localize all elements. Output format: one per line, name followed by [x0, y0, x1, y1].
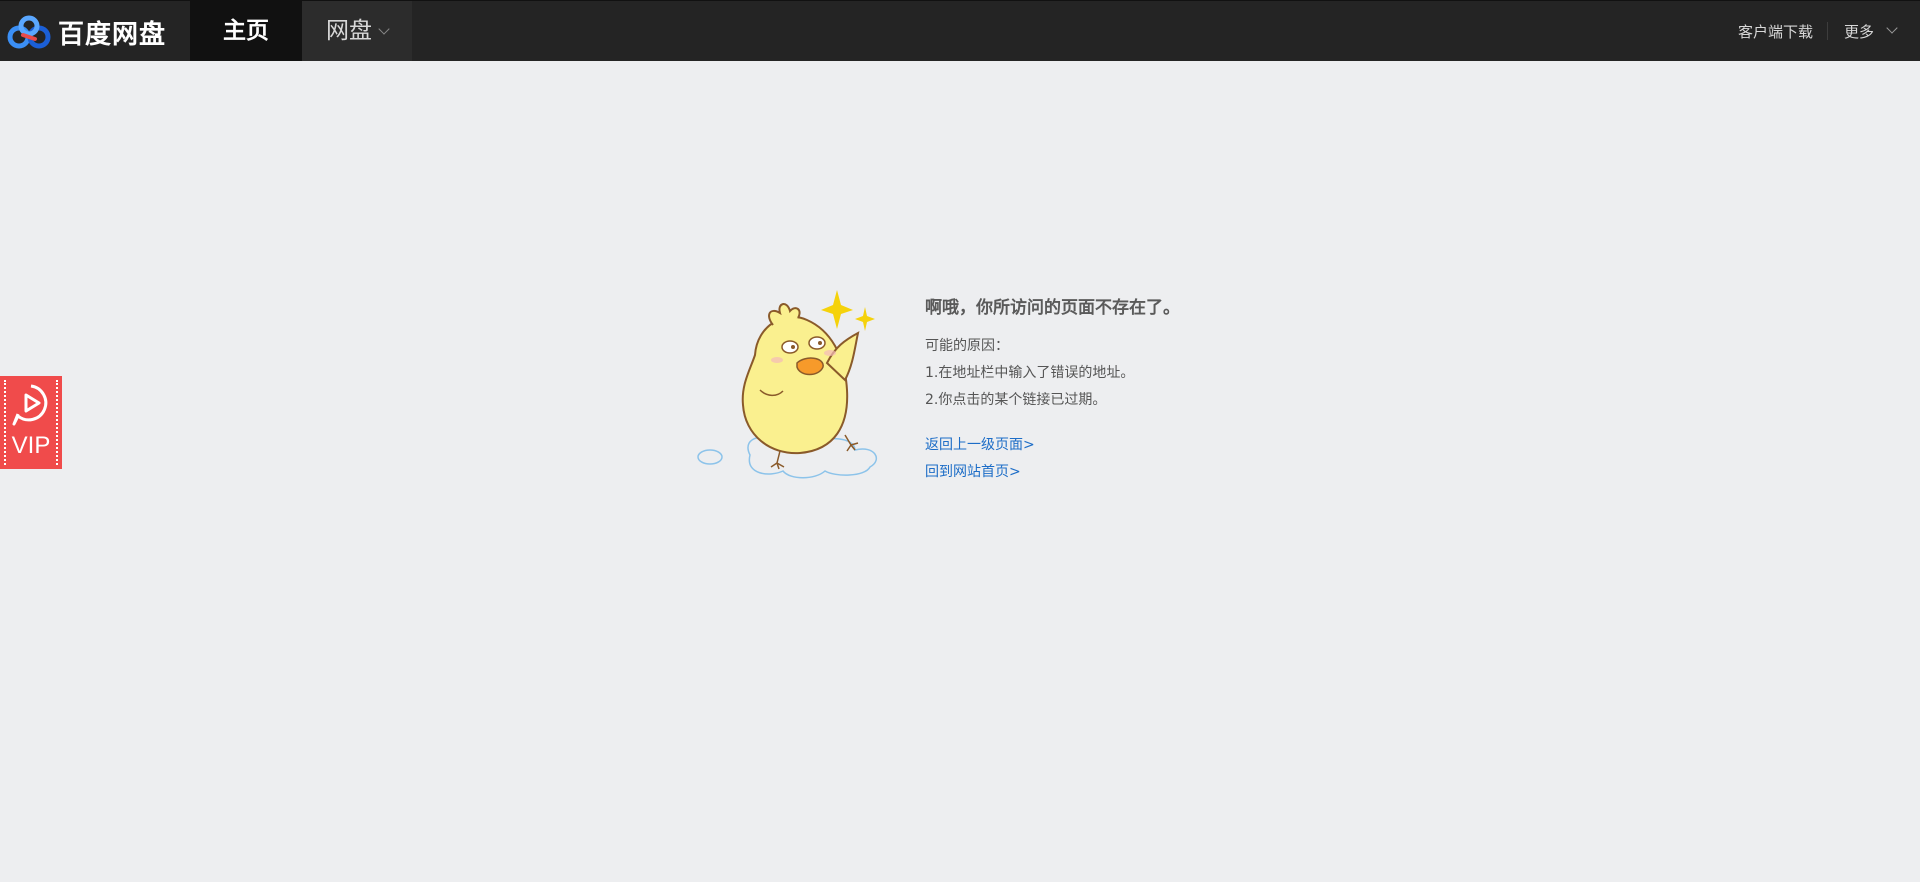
nav-tab-home[interactable]: 主页 [190, 1, 302, 61]
reason-item: 1.在地址栏中输入了错误的地址。 [925, 365, 1135, 381]
reasons-heading: 可能的原因： [925, 338, 1009, 354]
reason-item: 2.你点击的某个链接已过期。 [925, 392, 1107, 408]
chevron-down-icon [378, 23, 390, 35]
vip-floating-badge[interactable]: VIP [0, 376, 62, 469]
nav-tab-netdisk[interactable]: 网盘 [302, 1, 412, 61]
error-title: 啊哦，你所访问的页面不存在了。 [925, 298, 1180, 318]
chick-icon [697, 290, 877, 479]
cloud-logo-icon [7, 15, 51, 49]
nav-tab-netdisk-label: 网盘 [326, 18, 372, 44]
header-divider [1826, 22, 1828, 40]
reason-list: 可能的原因： 1.在地址栏中输入了错误的地址。 2.你点击的某个链接已过期。 [925, 333, 1134, 414]
client-download-link[interactable]: 客户端下载 [1738, 21, 1827, 42]
nav-tab-home-label: 主页 [223, 18, 269, 44]
play-circle-icon [12, 384, 48, 426]
chevron-down-icon [1886, 22, 1898, 34]
back-to-home-link[interactable]: 回到网站首页> [925, 459, 1035, 486]
more-menu-label: 更多 [1843, 22, 1874, 41]
header-right-links: 客户端下载 更多 [1738, 1, 1920, 61]
more-menu[interactable]: 更多 [1844, 21, 1920, 42]
back-to-previous-link[interactable]: 返回上一级页面> [925, 432, 1035, 459]
error-links: 返回上一级页面> 回到网站首页> [925, 432, 1035, 486]
top-navigation-bar: 百度网盘 主页 网盘 客户端下载 更多 [0, 0, 1920, 61]
logo-text: 百度网盘 [58, 19, 167, 50]
baidu-netdisk-logo[interactable]: 百度网盘 [6, 11, 166, 53]
vip-label: VIP [11, 432, 51, 459]
